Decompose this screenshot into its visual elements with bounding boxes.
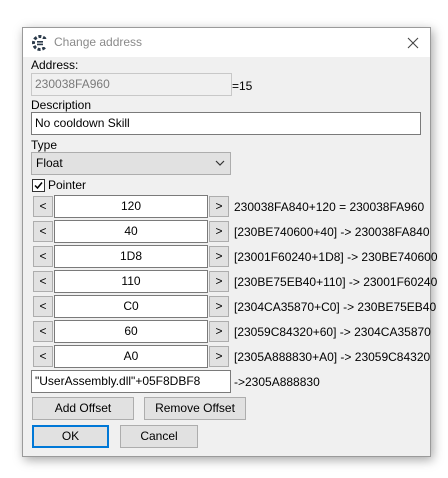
offset-increment-button[interactable]: > — [209, 271, 229, 292]
offset-decrement-button[interactable]: < — [33, 246, 53, 267]
address-field[interactable]: 230038FA960 — [31, 73, 232, 96]
window-title: Change address — [54, 35, 143, 49]
address-size-suffix: =15 — [232, 79, 253, 93]
offset-field[interactable]: 60 — [54, 320, 208, 343]
offset-decrement-button[interactable]: < — [33, 221, 53, 242]
checkmark-icon — [34, 182, 43, 190]
title-bar: Change address — [23, 28, 430, 57]
offset-decrement-button[interactable]: < — [33, 271, 53, 292]
offset-increment-button[interactable]: > — [209, 346, 229, 367]
close-icon[interactable] — [403, 33, 423, 53]
offset-field[interactable]: 120 — [54, 195, 208, 218]
offset-field[interactable]: A0 — [54, 345, 208, 368]
offset-info: [23001F60240+1D8] -> 230BE740600 — [234, 250, 438, 264]
remove-offset-button[interactable]: Remove Offset — [144, 397, 246, 420]
offset-field[interactable]: C0 — [54, 295, 208, 318]
cheat-engine-icon — [32, 35, 48, 51]
base-address-result: ->2305A888830 — [234, 375, 320, 389]
offset-increment-button[interactable]: > — [209, 196, 229, 217]
offset-increment-button[interactable]: > — [209, 296, 229, 317]
offset-info: [2305A888830+A0] -> 23059C84320 — [234, 350, 431, 364]
offset-decrement-button[interactable]: < — [33, 346, 53, 367]
add-offset-button[interactable]: Add Offset — [32, 397, 134, 420]
offset-decrement-button[interactable]: < — [33, 196, 53, 217]
offset-info: 230038FA840+120 = 230038FA960 — [234, 200, 425, 214]
chevron-down-icon — [215, 160, 225, 166]
description-label: Description — [31, 98, 92, 112]
offset-info: [230BE75EB40+110] -> 23001F60240 — [234, 275, 438, 289]
type-label: Type — [31, 138, 58, 152]
ok-button[interactable]: OK — [32, 425, 109, 448]
offset-decrement-button[interactable]: < — [33, 321, 53, 342]
cancel-button[interactable]: Cancel — [120, 425, 198, 448]
offset-decrement-button[interactable]: < — [33, 296, 53, 317]
offset-field[interactable]: 40 — [54, 220, 208, 243]
offset-increment-button[interactable]: > — [209, 321, 229, 342]
address-label: Address: — [31, 58, 79, 72]
change-address-dialog: Change address Address: 230038FA960 =15 … — [22, 27, 438, 457]
offset-field[interactable]: 1D8 — [54, 245, 208, 268]
type-select[interactable]: Float — [31, 152, 231, 175]
pointer-label: Pointer — [48, 178, 87, 192]
offset-increment-button[interactable]: > — [209, 221, 229, 242]
pointer-checkbox[interactable] — [32, 179, 45, 192]
offset-info: [230BE740600+40] -> 230038FA840 — [234, 225, 430, 239]
offset-increment-button[interactable]: > — [209, 246, 229, 267]
offset-info: [23059C84320+60] -> 2304CA35870 — [234, 325, 431, 339]
offset-info: [2304CA35870+C0] -> 230BE75EB40 — [234, 300, 437, 314]
base-address-field[interactable]: "UserAssembly.dll"+05F8DBF8 — [31, 370, 231, 393]
offset-field[interactable]: 110 — [54, 270, 208, 293]
description-field[interactable]: No cooldown Skill — [31, 112, 421, 135]
type-selected-value: Float — [36, 156, 63, 170]
